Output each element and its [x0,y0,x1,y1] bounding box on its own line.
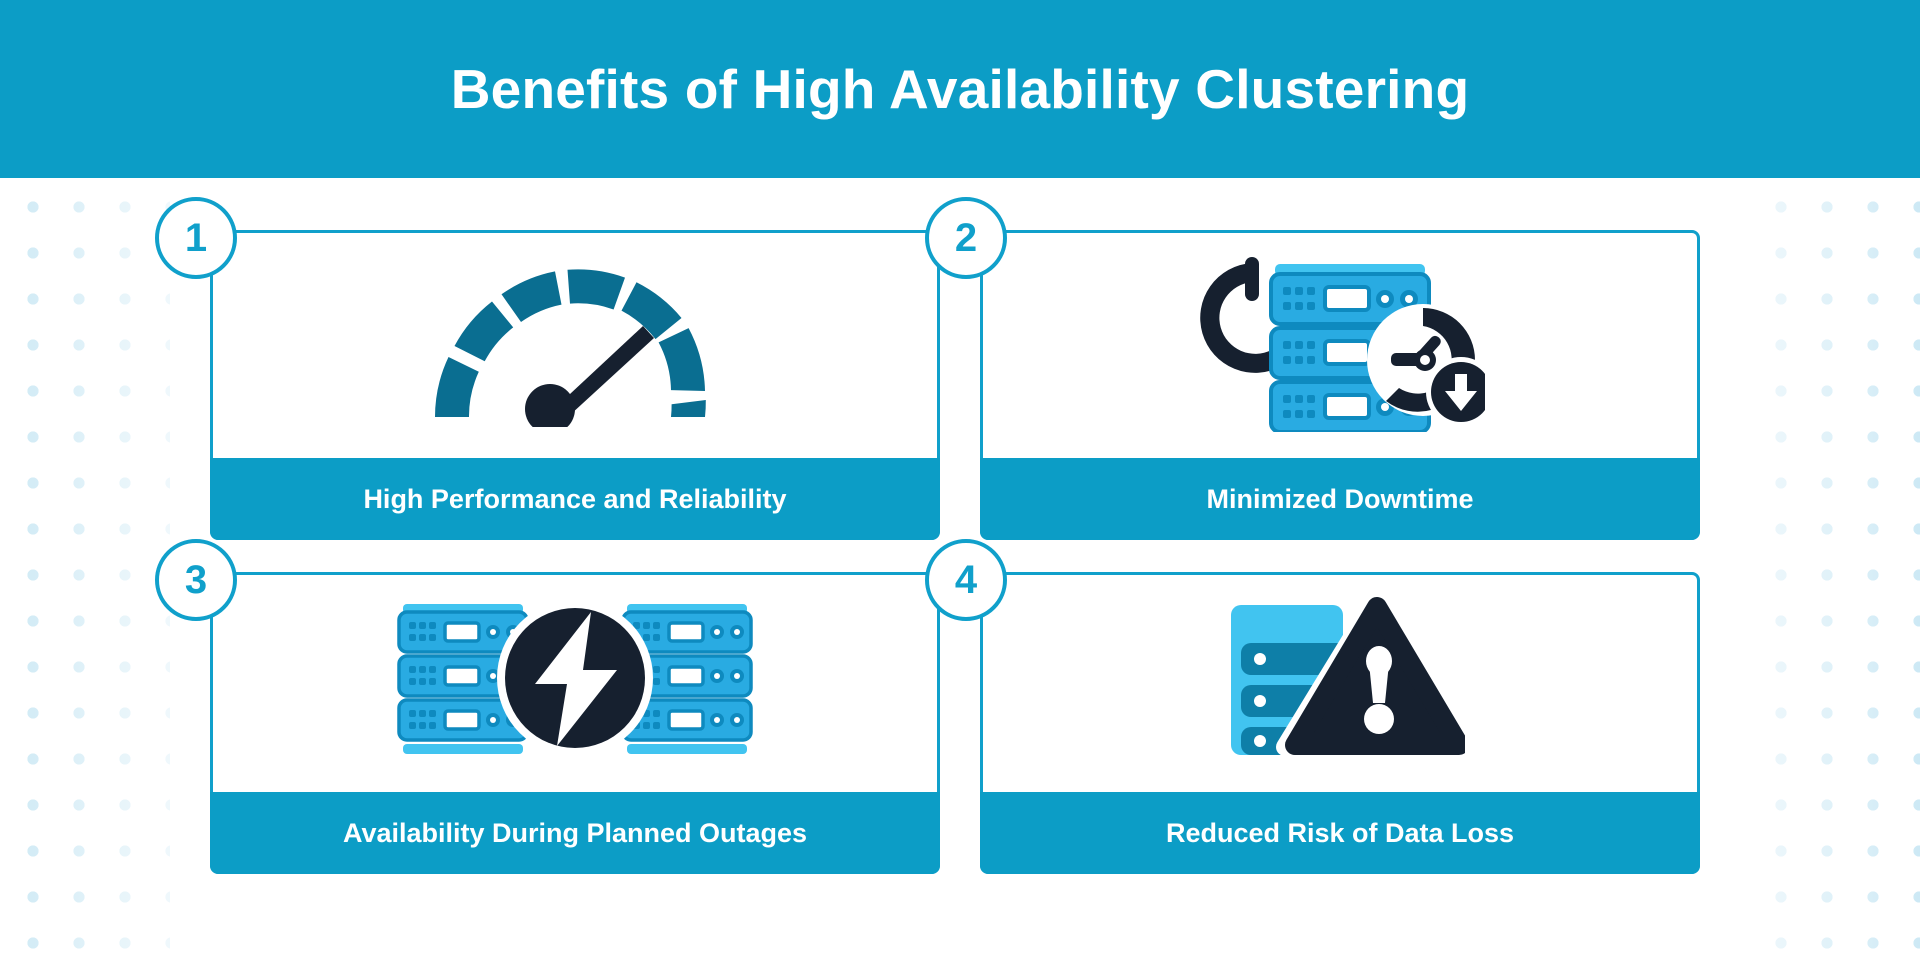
card-number-text-3: 3 [184,557,208,602]
benefit-card-1[interactable]: 1 High Performance and Reliability [155,197,940,540]
card-number-text-1: 1 [184,215,208,260]
card-label-text-4: Reduced Risk of Data Loss [1165,817,1515,848]
page-title: Benefits of High Availability Clustering [450,58,1470,120]
card-icon-area-3 [213,575,937,789]
card-number-badge-2: 2 [925,197,1007,279]
servers-lightning-bolt-icon [385,599,765,765]
card-label-3: Availability During Planned Outages [210,792,940,874]
card-number-text-2: 2 [954,215,978,260]
card-label-2: Minimized Downtime [980,458,1700,540]
card-number-badge-4: 4 [925,539,1007,621]
card-icon-area-2 [983,233,1697,455]
benefit-card-4[interactable]: 4 Reduced Risk of Data Loss [925,539,1700,874]
card-label-text-3: Availability During Planned Outages [342,817,808,848]
card-icon-area-4 [983,575,1697,789]
infographic-canvas: Benefits of High Availability Clustering… [0,0,1920,970]
server-power-clock-icon [1195,252,1496,437]
header-bar: Benefits of High Availability Clustering [0,0,1920,178]
cards-grid: 1 High Performance and Reliability 2 Min… [0,178,1920,970]
card-number-badge-1: 1 [155,197,237,279]
card-label-text-1: High Performance and Reliability [363,483,787,514]
card-label-1: High Performance and Reliability [210,458,940,540]
card-label-4: Reduced Risk of Data Loss [980,792,1700,874]
card-number-text-4: 4 [954,557,978,602]
benefit-card-2[interactable]: 2 Minimized Downtime [925,197,1700,540]
card-icon-area-1 [213,233,937,455]
lightning-bolt-symbol [497,599,653,756]
card-label-text-2: Minimized Downtime [1206,483,1474,514]
speedometer-gauge-icon [430,257,720,434]
benefit-card-3[interactable]: 3 Availability During Planned Outages [155,539,940,874]
database-warning-icon [1215,594,1470,767]
card-number-badge-3: 3 [155,539,237,621]
